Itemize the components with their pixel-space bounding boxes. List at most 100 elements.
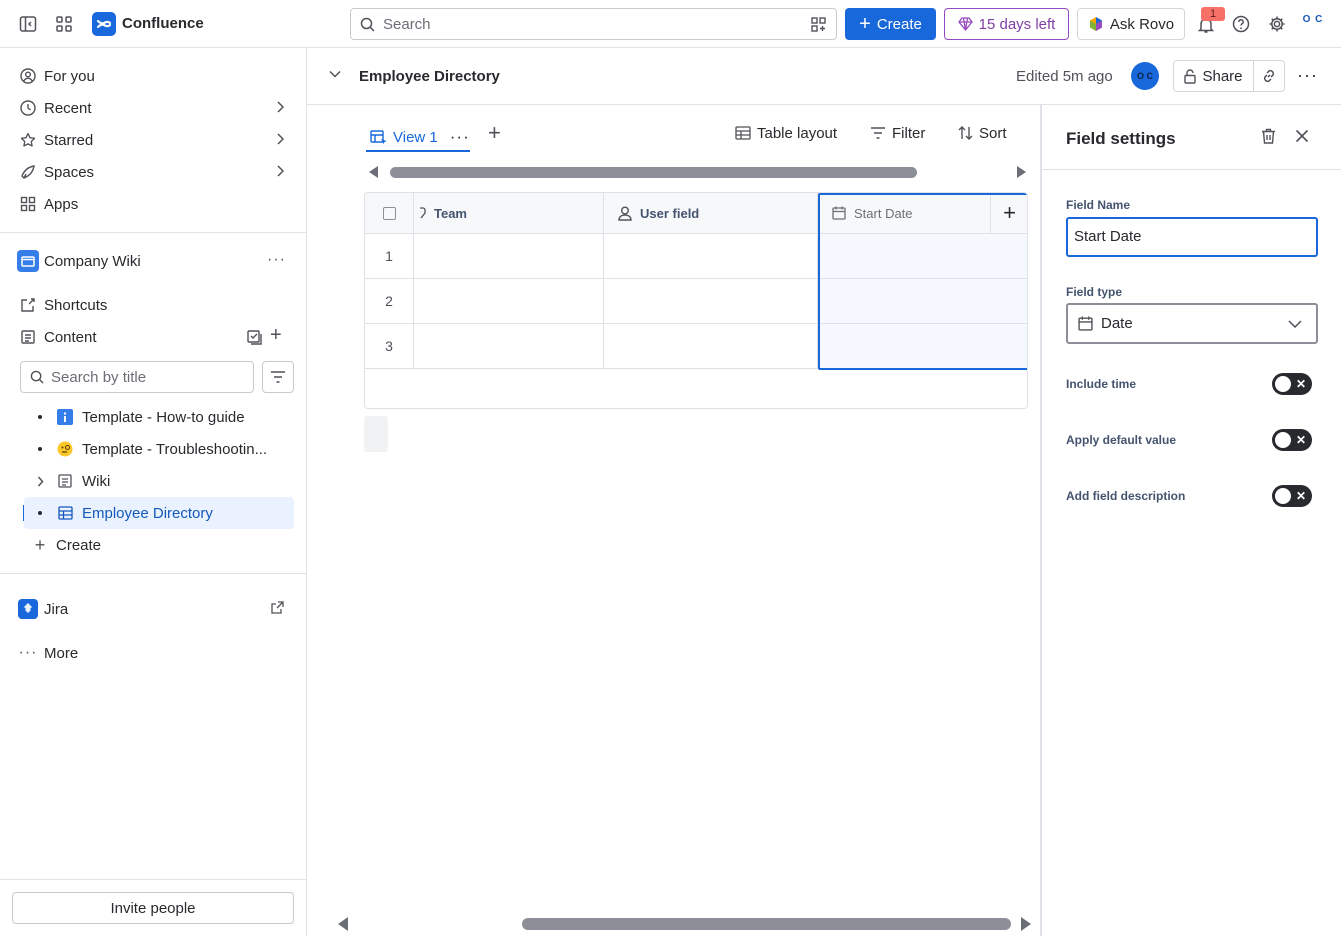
more-dots-icon: ··· [18, 644, 38, 661]
nav-for-you[interactable]: For you [12, 60, 294, 92]
toggle-off-icon: ✕ [1295, 489, 1306, 503]
chevron-right-icon[interactable] [276, 165, 284, 177]
search-icon [360, 17, 375, 32]
tree-item-employee-directory[interactable]: Employee Directory [24, 497, 294, 529]
loading-placeholder [364, 416, 388, 452]
chevron-right-icon[interactable] [276, 101, 284, 113]
table-cell[interactable] [604, 324, 818, 369]
bullet [38, 511, 42, 515]
tab-view-1[interactable]: View 1 ··· [370, 122, 470, 152]
table-cell[interactable] [414, 234, 604, 279]
table-cell[interactable] [604, 234, 818, 279]
column-header-team[interactable]: Team [414, 193, 604, 234]
create-content-button[interactable]: + Create [24, 529, 294, 561]
chevron-right-icon[interactable] [276, 133, 284, 145]
row-number: 1 [365, 234, 414, 279]
tree-item-label: Template - How-to guide [82, 408, 245, 426]
table-cell[interactable] [818, 234, 1027, 279]
account-avatar[interactable]: O C [1300, 14, 1326, 34]
chevron-down-icon[interactable] [329, 70, 341, 78]
chevron-right-icon[interactable] [24, 476, 56, 487]
app-switcher-icon[interactable] [53, 13, 75, 35]
apply-default-toggle[interactable]: ✕ [1272, 429, 1312, 451]
nav-more[interactable]: ··· More [12, 637, 294, 669]
space-header[interactable]: Company Wiki ··· [12, 245, 294, 277]
confluence-logo-icon[interactable] [92, 12, 116, 36]
copy-link-icon[interactable] [1253, 60, 1285, 92]
more-options-icon[interactable]: ··· [267, 251, 286, 269]
trial-button[interactable]: 15 days left [944, 8, 1069, 40]
content-select-icon[interactable] [246, 329, 262, 345]
horizontal-scrollbar[interactable] [364, 163, 1028, 181]
info-icon [56, 408, 74, 426]
divider [0, 879, 306, 880]
include-time-row: Include time ✕ [1066, 373, 1314, 397]
page-horizontal-scrollbar[interactable] [334, 914, 1034, 934]
nav-recent[interactable]: Recent [12, 92, 294, 124]
external-link-icon[interactable] [271, 601, 284, 614]
nav-label: More [44, 644, 79, 662]
nav-shortcuts[interactable]: Shortcuts [12, 289, 294, 321]
panel-title: Field settings [1066, 129, 1176, 148]
add-description-toggle[interactable]: ✕ [1272, 485, 1312, 507]
calendar-icon [832, 206, 846, 220]
spaces-icon [16, 164, 40, 180]
view-more-icon[interactable]: ··· [450, 127, 470, 147]
search-input[interactable]: Search [350, 8, 837, 40]
tree-item-how-to-guide[interactable]: Template - How-to guide [24, 401, 294, 433]
page-more-icon[interactable]: ··· [1297, 65, 1318, 86]
emoji-icon [56, 440, 74, 458]
space-icon [16, 250, 40, 272]
space-name: Company Wiki [44, 252, 141, 270]
nav-content[interactable]: Content + [12, 321, 294, 353]
table-cell[interactable] [818, 279, 1027, 324]
table-cell[interactable] [604, 279, 818, 324]
trash-icon[interactable] [1261, 128, 1276, 144]
add-column-icon[interactable]: + [991, 193, 1027, 234]
tree-item-label: Employee Directory [82, 504, 213, 522]
toggle-knob [1275, 488, 1291, 504]
table-cell[interactable] [414, 279, 604, 324]
edited-status[interactable]: Edited 5m ago [1016, 68, 1113, 85]
tree-item-troubleshooting[interactable]: Template - Troubleshootin... [24, 433, 294, 465]
select-all-checkbox[interactable] [382, 206, 396, 220]
nav-spaces[interactable]: Spaces [12, 156, 294, 188]
calendar-icon [1078, 316, 1093, 331]
apps-icon [16, 196, 40, 212]
sidebar-toggle-icon[interactable] [17, 13, 39, 35]
toggle-knob [1275, 376, 1291, 392]
help-icon[interactable] [1230, 13, 1252, 35]
ask-rovo-button[interactable]: Ask Rovo [1077, 8, 1185, 40]
content-filter-icon[interactable] [262, 361, 294, 393]
search-filter-icon[interactable] [811, 17, 826, 32]
toggle-knob [1275, 432, 1291, 448]
avatar[interactable]: O C [1131, 62, 1159, 90]
settings-gear-icon[interactable] [1266, 13, 1288, 35]
filter-button[interactable]: Filter [870, 122, 925, 144]
column-header-user-field[interactable]: User field [604, 193, 818, 234]
nav-starred[interactable]: Starred [12, 124, 294, 156]
column-header-start-date[interactable]: Start Date [818, 193, 991, 234]
add-content-icon[interactable]: + [270, 324, 282, 347]
add-view-icon[interactable]: + [488, 122, 501, 144]
app-title[interactable]: Confluence [122, 15, 204, 32]
table-layout-button[interactable]: Table layout [735, 122, 837, 144]
table-cell[interactable] [818, 324, 1027, 369]
nav-label: Spaces [44, 163, 95, 181]
tree-item-wiki[interactable]: Wiki [24, 465, 294, 497]
nav-apps[interactable]: Apps [12, 188, 294, 220]
invite-people-button[interactable]: Invite people [12, 892, 294, 924]
share-button[interactable]: Share [1173, 60, 1254, 92]
table-cell[interactable] [414, 324, 604, 369]
nav-label: Starred [44, 131, 94, 149]
nav-jira[interactable]: Jira [12, 593, 294, 625]
rovo-icon [1088, 16, 1104, 32]
create-button[interactable]: + Create [845, 8, 936, 40]
sort-button[interactable]: Sort [958, 122, 1007, 144]
close-icon[interactable] [1295, 129, 1309, 143]
plus-icon: + [34, 534, 46, 555]
include-time-toggle[interactable]: ✕ [1272, 373, 1312, 395]
field-type-select[interactable]: Date [1066, 303, 1318, 344]
content-search-input[interactable]: Search by title [20, 361, 254, 393]
field-name-input[interactable]: Start Date [1066, 217, 1318, 257]
